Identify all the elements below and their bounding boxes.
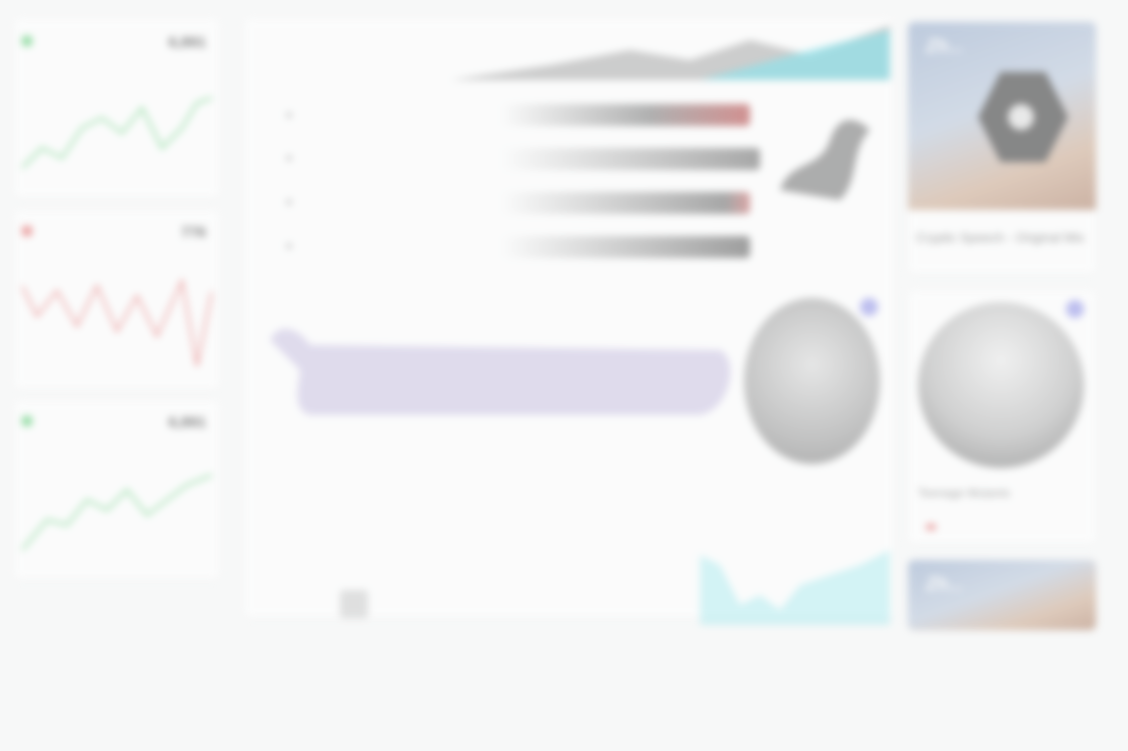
sparkline-line xyxy=(22,97,212,169)
tag-swatch xyxy=(926,524,936,530)
bottom-right-chart xyxy=(700,550,890,625)
stat-card-1[interactable]: 6,891 xyxy=(14,18,220,198)
album-logo: Zh... xyxy=(926,574,963,594)
sparkline-green xyxy=(22,474,212,551)
row-label: ■ xyxy=(286,241,293,252)
sparkline-red xyxy=(22,277,212,367)
progress-bar xyxy=(500,148,760,170)
verified-badge-icon xyxy=(1066,300,1084,318)
artist-name: Teenage Mutants xyxy=(918,486,1011,500)
hexagon-icon xyxy=(978,72,1068,162)
status-dot xyxy=(22,226,32,236)
purple-wave xyxy=(270,328,731,415)
dashboard: 6,891 776 6,891 ■ ■ ■ ■ Zh... Cryptic Sp… xyxy=(0,0,1128,751)
artist-card-left[interactable] xyxy=(736,288,896,478)
status-dot xyxy=(22,416,32,426)
sparkline-line xyxy=(22,474,212,551)
stat-value: 776 xyxy=(180,224,206,241)
verified-badge-icon xyxy=(860,298,878,316)
row-label: ■ xyxy=(286,153,293,164)
sparkline-line xyxy=(22,277,212,367)
thumbnail-icon[interactable] xyxy=(340,590,368,618)
album-title: Cryptic Speech - Original Mix xyxy=(916,230,1085,245)
album-logo: Zh... xyxy=(926,36,963,56)
progress-bar xyxy=(500,104,750,126)
status-dot xyxy=(22,36,32,46)
stat-card-3[interactable]: 6,891 xyxy=(14,400,220,580)
wave-blob xyxy=(780,120,870,200)
progress-bar xyxy=(500,192,750,214)
top-chart xyxy=(250,25,890,80)
area-cyan xyxy=(700,550,890,625)
row-label: ■ xyxy=(286,197,293,208)
stat-value: 6,891 xyxy=(168,34,206,51)
row-label: ■ xyxy=(286,110,293,121)
sparkline-green xyxy=(22,97,212,169)
album-card[interactable]: Zh... Cryptic Speech - Original Mix xyxy=(908,22,1096,274)
album-cover: Zh... xyxy=(908,22,1096,210)
artist-card[interactable]: Teenage Mutants xyxy=(908,290,1096,544)
stat-value: 6,891 xyxy=(168,414,206,431)
stat-card-2[interactable]: 776 xyxy=(14,210,220,390)
blob-shape xyxy=(780,120,870,200)
album-cover: Zh... xyxy=(908,560,1096,630)
album-card-2[interactable]: Zh... xyxy=(908,560,1096,630)
avatar xyxy=(918,302,1084,468)
wave-band xyxy=(270,328,731,415)
tag-1 xyxy=(926,522,940,532)
avatar xyxy=(744,298,880,464)
progress-bar xyxy=(500,236,750,258)
